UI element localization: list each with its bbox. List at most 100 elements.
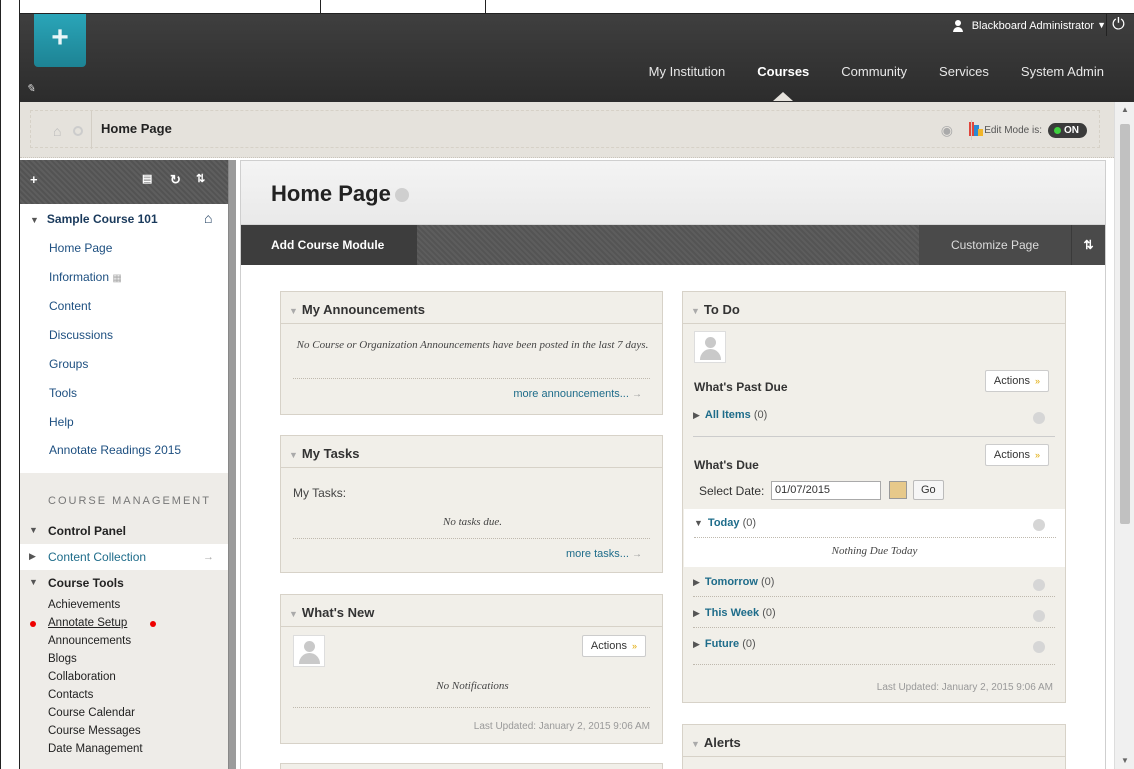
nav-services[interactable]: Services [939, 64, 989, 79]
toggle-indicator [1054, 126, 1061, 134]
chevron-down-icon: » [631, 641, 637, 651]
tool-course-calendar[interactable]: Course Calendar [48, 707, 135, 719]
menu-information[interactable]: Information ▦ [49, 270, 122, 284]
frame-left [0, 0, 20, 769]
folder-view-icon[interactable]: ▤ [142, 172, 152, 185]
module-header[interactable]: ▼ My Tasks [281, 436, 662, 468]
context-menu-icon[interactable] [73, 126, 83, 136]
calendar-icon[interactable] [889, 481, 907, 499]
module-partial [280, 763, 663, 769]
tool-collaboration[interactable]: Collaboration [48, 671, 116, 683]
all-items-row[interactable]: ▶ All Items (0) [693, 409, 767, 421]
module-title: My Tasks [301, 446, 360, 461]
nav-my-institution[interactable]: My Institution [649, 64, 726, 79]
todo-updated: Last Updated: January 2, 2015 9:06 AM [876, 682, 1053, 693]
notifications-empty-text: No Notifications [436, 680, 509, 692]
page-header: Home Page [241, 161, 1105, 225]
breadcrumb-current: Home Page [101, 121, 172, 136]
menu-annotate-readings[interactable]: Annotate Readings 2015 [49, 443, 181, 457]
add-course-module-button[interactable]: Add Course Module [241, 225, 417, 265]
menu-help[interactable]: Help [49, 415, 74, 429]
refresh-icon[interactable]: ↻ [170, 172, 181, 188]
frame-border [0, 0, 1, 769]
control-panel-header[interactable]: ▼ Control Panel [20, 518, 228, 544]
scroll-thumb[interactable] [1120, 124, 1130, 524]
customize-page-button[interactable]: Customize Page [919, 225, 1071, 265]
whats-new-actions-button[interactable]: Actions » [581, 635, 646, 657]
course-tools-label: Course Tools [48, 576, 124, 590]
item-options-icon[interactable] [1033, 641, 1045, 653]
page-scrollbar[interactable]: ▲ ▼ [1114, 102, 1134, 769]
course-tools-header[interactable]: ▼ Course Tools [20, 570, 228, 596]
reorder-icon[interactable]: ⇅ [196, 172, 205, 185]
more-tasks-link[interactable]: more tasks... → [566, 548, 642, 560]
future-row[interactable]: ▶ Future (0) [693, 638, 756, 650]
more-announcements-link[interactable]: more announcements... → [513, 388, 642, 400]
item-options-icon[interactable] [1033, 610, 1045, 622]
today-section: ▼ Today (0) Nothing Due Today [684, 509, 1065, 567]
dotted-divider [693, 627, 1055, 628]
user-icon [952, 20, 964, 32]
whats-due-actions-button[interactable]: Actions » [984, 444, 1049, 466]
logout-power-icon[interactable]: ⏻ [1106, 14, 1130, 36]
today-row[interactable]: ▼ Today (0) [694, 517, 756, 529]
user-menu[interactable]: Blackboard Administrator [952, 16, 1094, 36]
tool-contacts[interactable]: Contacts [48, 689, 93, 701]
page-options-icon[interactable] [394, 188, 409, 203]
reorder-modules-icon[interactable]: ⇅ [1071, 225, 1105, 265]
course-title[interactable]: ▼ Sample Course 101 [30, 212, 158, 226]
edit-mode-toggle[interactable]: ON [1048, 122, 1087, 138]
pencil-icon[interactable]: ✎ [26, 82, 35, 95]
module-header[interactable]: ▼ My Announcements [281, 292, 662, 324]
nav-courses[interactable]: Courses [757, 64, 809, 101]
this-week-row[interactable]: ▶ This Week (0) [693, 607, 776, 619]
expand-triangle-icon: ▶ [693, 639, 700, 649]
home-icon[interactable]: ⌂ [53, 123, 61, 139]
tool-announcements[interactable]: Announcements [48, 635, 131, 647]
all-items-label: All Items [704, 409, 751, 421]
scroll-up-icon[interactable]: ▲ [1115, 105, 1134, 114]
more-announcements-text: more announcements... [513, 388, 629, 400]
collapse-triangle-icon: ▼ [289, 306, 298, 316]
tool-annotate-setup[interactable]: Annotate Setup [48, 617, 127, 629]
module-header[interactable]: ▼ Alerts [683, 725, 1065, 757]
menu-tools[interactable]: Tools [49, 386, 77, 400]
module-header[interactable]: ▼ To Do [683, 292, 1065, 324]
tool-date-management[interactable]: Date Management [48, 743, 143, 755]
menu-groups[interactable]: Groups [49, 357, 88, 371]
scroll-down-icon[interactable]: ▼ [1115, 756, 1134, 765]
tomorrow-row[interactable]: ▶ Tomorrow (0) [693, 576, 774, 588]
menu-home-page[interactable]: Home Page [49, 241, 112, 255]
alerts-module: ▼ Alerts [682, 724, 1066, 769]
module-header[interactable]: ▼ What's New [281, 595, 662, 627]
content-collection-item[interactable]: ▶ Content Collection → [20, 544, 228, 570]
home-pin-icon[interactable]: ⌂ [204, 210, 212, 226]
announcements-module: ▼ My Announcements No Course or Organizat… [280, 291, 663, 415]
past-due-actions-button[interactable]: Actions » [984, 370, 1049, 392]
item-options-icon[interactable] [1033, 579, 1045, 591]
go-button[interactable]: Go [913, 480, 944, 500]
item-options-icon[interactable] [1033, 519, 1045, 531]
frame-divider [485, 0, 486, 14]
control-panel-label: Control Panel [48, 524, 127, 538]
quick-links-button[interactable]: + [34, 14, 86, 67]
caret-down-icon[interactable]: ▼ [1097, 20, 1106, 30]
course-menu-collapse-handle[interactable] [228, 160, 236, 769]
nav-community[interactable]: Community [841, 64, 907, 79]
menu-content[interactable]: Content [49, 299, 91, 313]
module-title: To Do [703, 302, 740, 317]
student-preview-icon[interactable]: ◉ [941, 122, 953, 139]
nav-system-admin[interactable]: System Admin [1021, 64, 1104, 79]
due-date-input[interactable]: 01/07/2015 [771, 481, 881, 500]
main-content: Home Page Add Course Module Customize Pa… [240, 160, 1106, 769]
tool-blogs[interactable]: Blogs [48, 653, 77, 665]
item-options-icon[interactable] [1033, 412, 1045, 424]
add-menu-item-icon[interactable]: + [30, 172, 38, 187]
tomorrow-label: Tomorrow [704, 576, 758, 588]
action-bar: Add Course Module Customize Page ⇅ [241, 225, 1105, 265]
tool-achievements[interactable]: Achievements [48, 599, 120, 611]
tool-course-messages[interactable]: Course Messages [48, 725, 141, 737]
arrow-right-icon: → [632, 549, 642, 560]
avatar [293, 635, 325, 667]
menu-discussions[interactable]: Discussions [49, 328, 113, 342]
